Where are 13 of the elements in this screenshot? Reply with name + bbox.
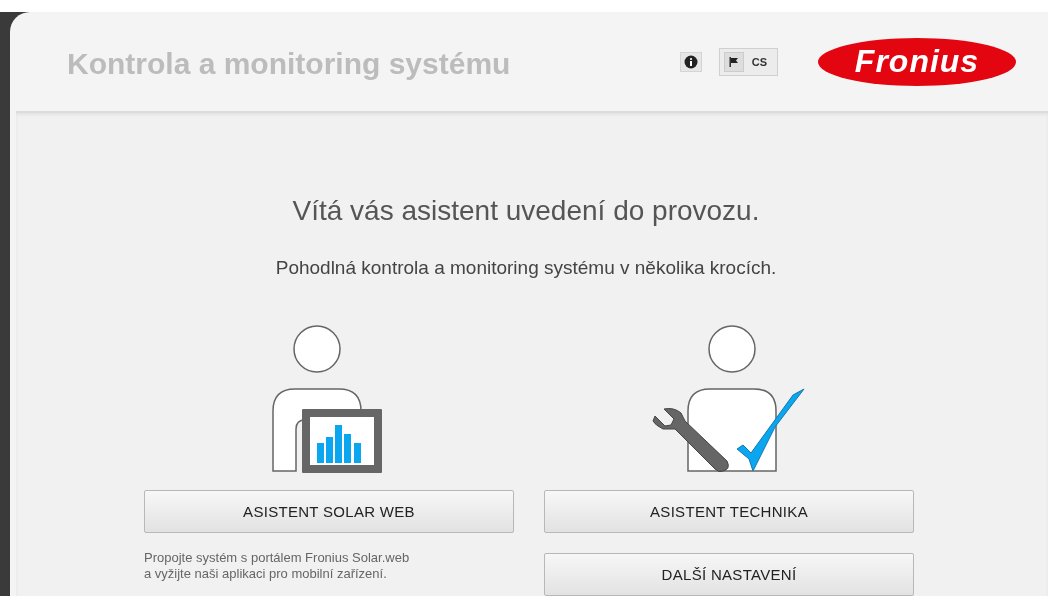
wizard-button[interactable]: ASISTENT TECHNIKA	[544, 490, 914, 533]
page-title: Kontrola a monitoring systému	[67, 46, 511, 81]
language-code: CS	[751, 55, 767, 68]
flag-icon	[728, 56, 739, 67]
welcome-subtitle: Pohodlná kontrola a monitoring systému v několika krocích.	[275, 257, 777, 279]
info-button[interactable]	[679, 51, 702, 72]
wizard-button[interactable]: ASISTENT SOLAR WEB	[144, 490, 514, 533]
logo: Fronius	[818, 37, 1016, 86]
info-icon	[683, 54, 698, 69]
welcome-heading: Vítá vás asistent uvedení do provozu.	[292, 195, 760, 227]
description-text: Propojte systém s portálem Fronius Solar.web a vyžijte naši aplikaci pro mobilní zařízení.	[144, 550, 411, 582]
language-selector[interactable]: CS	[718, 47, 778, 76]
settings-button[interactable]: DALŠÍ NASTAVENÍ	[544, 553, 914, 596]
